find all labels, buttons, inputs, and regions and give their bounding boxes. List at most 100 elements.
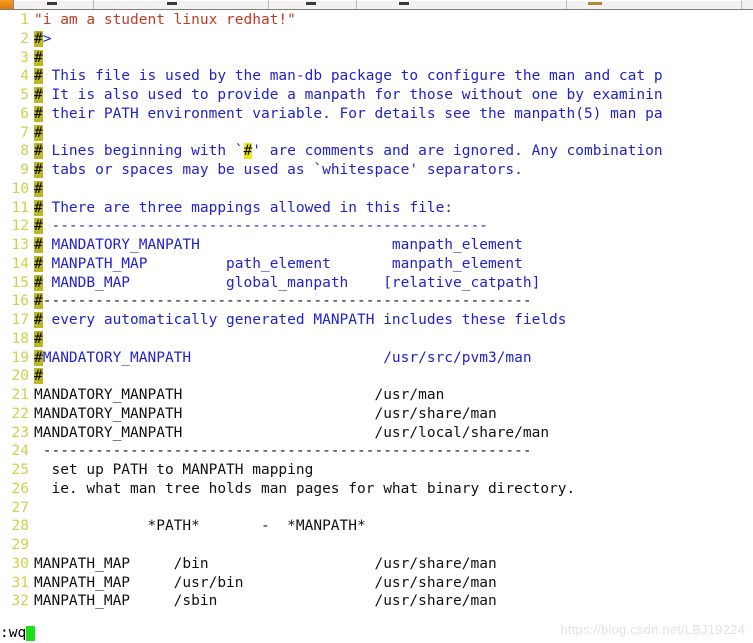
taskbar-button[interactable]: [567, 0, 742, 9]
highlighted-hash: #: [34, 87, 43, 103]
text-span: set up PATH to MANPATH mapping: [34, 462, 314, 478]
code-line[interactable]: 20 #: [0, 367, 753, 386]
text-span: MANPATH_MAP /usr/bin /usr/share/man: [34, 574, 497, 591]
text-span: ----------------------------------------…: [34, 443, 532, 460]
text-span: ' are comments and are ignored. Any comb…: [252, 143, 663, 160]
code-line[interactable]: 9 # tabs or spaces may be used as `whites…: [0, 161, 753, 180]
line-number: 31: [11, 574, 29, 591]
code-line[interactable]: 22 MANDATORY_MANPATH /usr/share/man: [0, 405, 753, 424]
code-line[interactable]: 13 # MANDATORY_MANPATH manpath_element: [0, 236, 753, 255]
line-text: #MANDATORY_MANPATH /usr/src/pvm3/man: [34, 349, 753, 368]
code-line[interactable]: 16 #-------------------------------------…: [0, 292, 753, 311]
code-line[interactable]: 29: [0, 536, 753, 555]
line-text: #: [34, 124, 753, 143]
code-line[interactable]: 11 # There are three mappings allowed in …: [0, 199, 753, 218]
code-line[interactable]: 19 #MANDATORY_MANPATH /usr/src/pvm3/man: [0, 349, 753, 368]
line-number: 21: [11, 387, 29, 403]
text-span: MANDATORY_MANPATH /usr/src/pvm3/man: [42, 349, 532, 366]
line-number: 22: [11, 405, 29, 422]
line-number: 27: [11, 499, 29, 516]
highlighted-hash: #: [34, 255, 43, 272]
line-text: set up PATH to MANPATH mapping: [34, 461, 753, 480]
code-line[interactable]: 25 set up PATH to MANPATH mapping: [0, 461, 753, 480]
line-text: MANDATORY_MANPATH /usr/local/share/man: [34, 424, 753, 443]
line-number: 23: [11, 424, 29, 441]
line-number: 19: [11, 349, 29, 366]
line-number: 20: [11, 368, 29, 385]
highlighted-hash: #: [34, 124, 43, 141]
text-span: *PATH* - *MANPATH*: [34, 518, 366, 535]
line-number: 9: [20, 162, 29, 178]
line-number: 26: [11, 480, 29, 497]
code-line[interactable]: 1 "i am a student linux redhat!": [0, 11, 753, 30]
code-line[interactable]: 23 MANDATORY_MANPATH /usr/local/share/man: [0, 424, 753, 443]
line-text: # Lines beginning with `#' are comments …: [34, 142, 753, 161]
text-span: ie. what man tree holds man pages for wh…: [34, 480, 576, 497]
text-span: MANDB_MAP global_manpath [relative_catpa…: [42, 274, 541, 291]
code-line[interactable]: 2 #>: [0, 30, 753, 49]
command-line-text: :wq: [0, 625, 27, 641]
line-number: 30: [11, 555, 29, 572]
code-line[interactable]: 17 # every automatically generated MANPAT…: [0, 311, 753, 330]
line-text: # There are three mappings allowed in th…: [34, 199, 753, 218]
line-text: MANDATORY_MANPATH /usr/man: [34, 386, 753, 405]
line-text: #: [34, 330, 753, 349]
highlighted-hash: #: [34, 274, 43, 291]
text-span: every automatically generated MANPATH in…: [42, 312, 567, 328]
vi-command-line[interactable]: :wq: [0, 624, 753, 643]
code-line[interactable]: 21 MANDATORY_MANPATH /usr/man: [0, 386, 753, 405]
line-text: # --------------------------------------…: [34, 217, 753, 236]
text-cursor: [26, 626, 36, 641]
code-line[interactable]: 14 # MANPATH_MAP path_element manpath_ele…: [0, 255, 753, 274]
code-line[interactable]: 8 # Lines beginning with `#' are comments…: [0, 142, 753, 161]
highlighted-hash: #: [34, 199, 43, 216]
taskbar-button[interactable]: [357, 0, 567, 9]
line-text: #: [34, 367, 753, 386]
code-line[interactable]: 24 -------------------------------------…: [0, 442, 753, 461]
text-span: There are three mappings allowed in this…: [42, 199, 454, 216]
code-line[interactable]: 5 # It is also used to provide a manpath …: [0, 86, 753, 105]
highlighted-hash: #: [34, 30, 43, 47]
text-span: MANDATORY_MANPATH /usr/local/share/man: [34, 424, 550, 441]
line-number: 10: [11, 180, 29, 197]
line-text: MANPATH_MAP /bin /usr/share/man: [34, 555, 753, 574]
editor-text-area[interactable]: 1 "i am a student linux redhat!" 2 #> 3 #4 # T…: [0, 11, 753, 624]
code-line[interactable]: 18 #: [0, 330, 753, 349]
code-line[interactable]: 32 MANPATH_MAP /sbin /usr/share/man: [0, 592, 753, 611]
line-number: 14: [11, 255, 29, 272]
line-text: MANPATH_MAP /usr/bin /usr/share/man: [34, 574, 753, 593]
text-span: >: [42, 30, 52, 47]
highlighted-hash: #: [34, 237, 43, 253]
line-number: 32: [11, 593, 29, 610]
code-line[interactable]: 27: [0, 499, 753, 518]
line-text: [34, 499, 753, 518]
code-line[interactable]: 26 ie. what man tree holds man pages for…: [0, 480, 753, 499]
code-line[interactable]: 30 MANPATH_MAP /bin /usr/share/man: [0, 555, 753, 574]
highlighted-hash: #: [243, 143, 253, 160]
code-line[interactable]: 6 # their PATH environment variable. For …: [0, 105, 753, 124]
code-line[interactable]: 12 # ------------------------------------…: [0, 217, 753, 236]
taskbar-button[interactable]: [94, 0, 269, 9]
code-line[interactable]: 15 # MANDB_MAP global_manpath [relative_c…: [0, 274, 753, 293]
text-span: It is also used to provide a manpath for…: [42, 87, 663, 103]
code-line[interactable]: 10 #: [0, 180, 753, 199]
code-line[interactable]: 4 # This file is used by the man-db packa…: [0, 67, 753, 86]
taskbar-button[interactable]: [269, 0, 357, 9]
code-line[interactable]: 31 MANPATH_MAP /usr/bin /usr/share/man: [0, 574, 753, 593]
taskbar-button[interactable]: [14, 0, 94, 9]
line-text: # every automatically generated MANPATH …: [34, 311, 753, 330]
highlighted-hash: #: [34, 105, 43, 122]
start-menu-button[interactable]: [0, 0, 14, 9]
line-number: 8: [20, 143, 29, 160]
line-text: #---------------------------------------…: [34, 292, 753, 311]
code-line[interactable]: 3 #: [0, 49, 753, 68]
text-span: "i am a student linux redhat!": [34, 12, 296, 28]
code-line[interactable]: 28 *PATH* - *MANPATH*: [0, 517, 753, 536]
text-span: MANDATORY_MANPATH /usr/share/man: [34, 405, 497, 422]
line-number: 6: [20, 105, 29, 122]
line-number: 28: [11, 518, 29, 535]
line-number: 25: [11, 462, 29, 478]
line-text: MANPATH_MAP /sbin /usr/share/man: [34, 592, 753, 611]
text-span: tabs or spaces may be used as `whitespac…: [42, 162, 523, 178]
code-line[interactable]: 7 #: [0, 124, 753, 143]
